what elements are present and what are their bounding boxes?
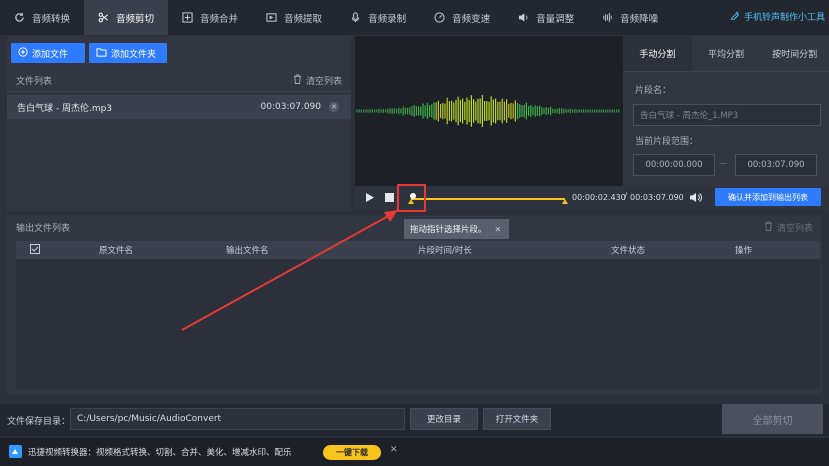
segment-range-label: 当前片段范围： bbox=[635, 137, 699, 147]
tab-audio-extract[interactable]: 音频提取 bbox=[252, 0, 336, 35]
clear-file-list-button[interactable]: 清空列表 bbox=[293, 74, 342, 87]
extract-icon bbox=[266, 12, 277, 23]
ringtone-tool-link[interactable]: 手机铃声制作小工具 bbox=[730, 10, 825, 23]
volume-icon bbox=[518, 12, 529, 23]
column-actions: 操作 bbox=[735, 246, 753, 256]
current-time: 00:00:02.430 bbox=[572, 193, 626, 202]
split-mode-tabs: 手动分割 平均分割 按时间分割 bbox=[623, 36, 829, 72]
output-table-header: 原文件名 输出文件名 片段时间/时长 文件状态 操作 bbox=[16, 241, 820, 259]
add-file-button[interactable]: 添加文件 bbox=[11, 43, 85, 63]
split-settings-panel: 手动分割 平均分割 按时间分割 片段名： 告白气球 - 周杰伦_1.MP3 当前… bbox=[623, 36, 829, 186]
video-converter-app-icon bbox=[9, 445, 22, 461]
drag-pointer-tooltip: 拖动指针选择片段。 ✕ bbox=[404, 219, 509, 239]
column-segment-time: 片段时间/时长 bbox=[418, 246, 472, 256]
tooltip-close-icon[interactable]: ✕ bbox=[495, 225, 502, 234]
ad-close-icon[interactable]: ✕ bbox=[390, 445, 398, 455]
tab-manual-split[interactable]: 手动分割 bbox=[623, 36, 692, 71]
range-start-input[interactable]: 00:00:00.000 bbox=[633, 154, 715, 176]
stop-icon[interactable] bbox=[385, 193, 394, 205]
remove-file-icon[interactable]: ✕ bbox=[329, 102, 339, 112]
output-table-body bbox=[16, 259, 820, 389]
file-list-panel: 添加文件 添加文件夹 文件列表 清空列表 告白气球 - 周杰伦.mp3 00:0… bbox=[7, 36, 351, 212]
clear-list-label: 清空列表 bbox=[305, 77, 342, 87]
output-list-panel: 输出文件列表 清空列表 原文件名 输出文件名 片段时间/时长 文件状态 操作 bbox=[7, 215, 822, 395]
waveform-graphic bbox=[356, 95, 620, 127]
microphone-icon bbox=[350, 12, 361, 23]
segment-name-label: 片段名： bbox=[635, 86, 672, 96]
scissors-icon bbox=[98, 12, 109, 23]
progress-track[interactable] bbox=[403, 189, 573, 209]
play-icon[interactable] bbox=[365, 192, 375, 206]
tab-label: 音频录制 bbox=[368, 13, 407, 25]
denoise-icon bbox=[602, 12, 613, 23]
trash-icon bbox=[293, 74, 302, 87]
ad-text: 迅捷视频转换器：视频格式转换、切割、合并、美化、增减水印、配乐 bbox=[28, 448, 292, 458]
file-list-header: 文件列表 清空列表 bbox=[7, 70, 351, 92]
tab-audio-cut[interactable]: 音频剪切 bbox=[84, 0, 169, 35]
column-output-name: 输出文件名 bbox=[226, 246, 269, 256]
tab-label: 音频合并 bbox=[200, 13, 239, 25]
tab-label: 音频转换 bbox=[32, 13, 71, 25]
tab-label: 音频变速 bbox=[452, 13, 491, 25]
clear-output-list-button[interactable]: 清空列表 bbox=[764, 221, 813, 234]
output-list-title: 输出文件列表 bbox=[16, 223, 71, 234]
time-separator: / bbox=[624, 192, 628, 202]
plus-circle-icon bbox=[18, 47, 28, 59]
total-time: 00:03:07.090 bbox=[630, 193, 684, 202]
tab-time-split[interactable]: 按时间分割 bbox=[760, 36, 829, 71]
one-click-download-button[interactable]: 一键下载 bbox=[323, 445, 381, 460]
speed-icon bbox=[434, 12, 445, 23]
tab-audio-merge[interactable]: 音频合并 bbox=[168, 0, 252, 35]
ad-bar: 迅捷视频转换器：视频格式转换、切割、合并、美化、增减水印、配乐 ✕ bbox=[0, 438, 829, 466]
tab-audio-convert[interactable]: 音频转换 bbox=[0, 0, 84, 35]
tab-audio-speed[interactable]: 音频变速 bbox=[420, 0, 504, 35]
tab-label: 音频提取 bbox=[284, 13, 323, 25]
add-folder-label: 添加文件夹 bbox=[111, 48, 157, 59]
column-source-name: 原文件名 bbox=[99, 246, 134, 256]
tab-audio-record[interactable]: 音频录制 bbox=[336, 0, 420, 35]
ringtone-tool-label: 手机铃声制作小工具 bbox=[743, 13, 825, 23]
tab-label: 音频降噪 bbox=[620, 13, 659, 25]
segment-name-input[interactable]: 告白气球 - 周杰伦_1.MP3 bbox=[633, 104, 821, 126]
add-file-label: 添加文件 bbox=[32, 48, 69, 59]
tab-audio-denoise[interactable]: 音频降噪 bbox=[588, 0, 672, 35]
folder-icon bbox=[96, 47, 107, 59]
file-name: 告白气球 - 周杰伦.mp3 bbox=[17, 103, 113, 114]
tooltip-text: 拖动指针选择片段。 bbox=[410, 225, 487, 235]
confirm-add-output-button[interactable]: 确认并添加到输出列表 bbox=[715, 188, 821, 206]
clear-list-label: 清空列表 bbox=[776, 223, 813, 234]
playhead-pointer[interactable] bbox=[410, 193, 416, 199]
volume-icon[interactable] bbox=[689, 192, 702, 206]
tab-label: 音量调整 bbox=[536, 13, 575, 25]
ringtone-icon bbox=[730, 10, 740, 23]
waveform-panel[interactable] bbox=[355, 36, 623, 186]
tab-average-split[interactable]: 平均分割 bbox=[692, 36, 761, 71]
file-list-title: 文件列表 bbox=[16, 77, 53, 87]
player-bar: 00:00:02.430 / 00:03:07.090 确认并添加到输出列表 bbox=[355, 186, 829, 210]
range-end-input[interactable]: 00:03:07.090 bbox=[735, 154, 817, 176]
column-file-status: 文件状态 bbox=[611, 246, 646, 256]
top-nav: 音频转换 音频剪切 音频合并 音频提取 音频录制 音频变速 音量调整 音频降噪 bbox=[0, 0, 829, 35]
add-folder-button[interactable]: 添加文件夹 bbox=[89, 43, 167, 63]
tab-volume-adjust[interactable]: 音量调整 bbox=[504, 0, 588, 35]
change-dir-button[interactable]: 更改目录 bbox=[410, 408, 478, 430]
cut-all-button[interactable]: 全部剪切 bbox=[722, 404, 823, 434]
range-dash: — bbox=[719, 159, 727, 168]
save-dir-label: 文件保存目录： bbox=[7, 417, 71, 427]
tab-label: 音频剪切 bbox=[116, 13, 155, 25]
file-duration: 00:03:07.090 bbox=[260, 102, 321, 112]
select-all-checkbox[interactable] bbox=[30, 244, 40, 257]
merge-icon bbox=[182, 12, 193, 23]
refresh-icon bbox=[14, 12, 25, 23]
open-folder-button[interactable]: 打开文件夹 bbox=[483, 408, 551, 430]
file-list-item[interactable]: 告白气球 - 周杰伦.mp3 00:03:07.090 ✕ bbox=[7, 95, 351, 119]
save-path-input[interactable]: C:/Users/pc/Music/AudioConvert bbox=[70, 408, 405, 430]
trash-icon bbox=[764, 221, 773, 234]
